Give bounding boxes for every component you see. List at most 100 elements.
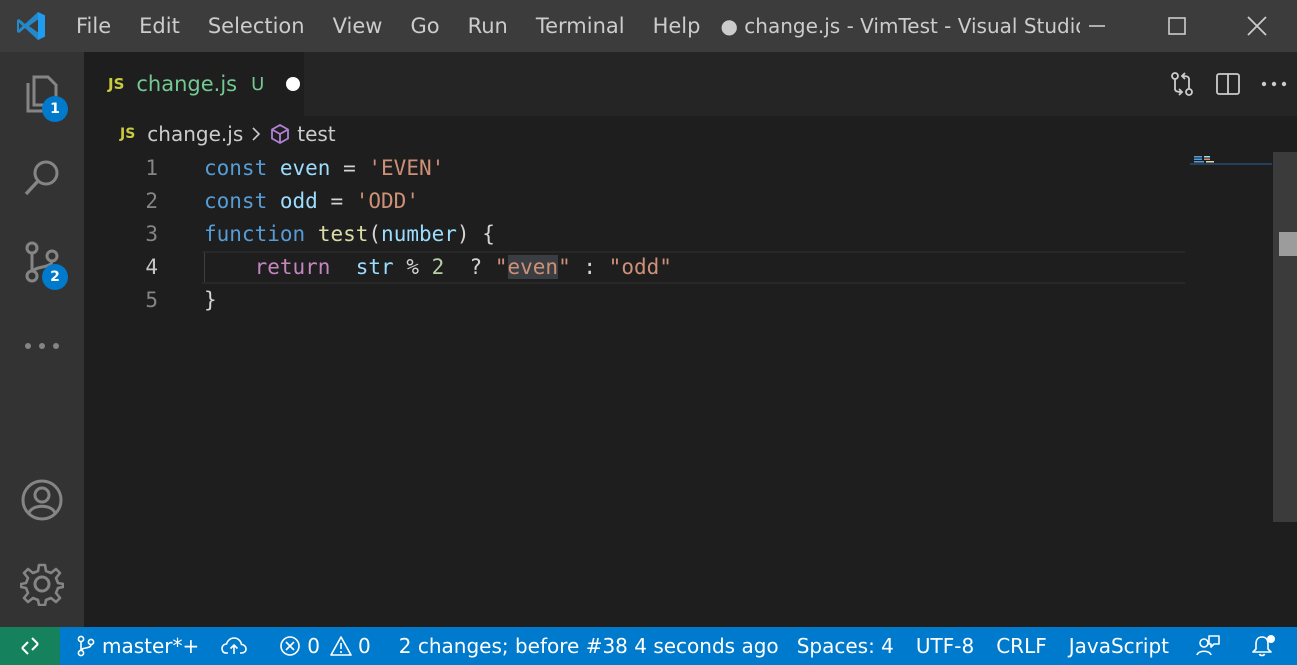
code-text: } (204, 284, 217, 317)
line-number: 5 (145, 288, 158, 312)
git-branch-icon (77, 635, 95, 657)
accounts-button[interactable] (0, 458, 84, 542)
feedback-icon (1196, 635, 1220, 656)
code-token: : (570, 255, 609, 279)
code-token: return (254, 255, 331, 279)
eol-button[interactable]: CRLF (988, 627, 1061, 665)
manage-button[interactable] (0, 542, 84, 626)
code-line[interactable]: 4 return str % 2 ? "even" : "odd" (84, 251, 1189, 284)
explorer-button[interactable]: 1 (0, 52, 84, 136)
menu-help[interactable]: Help (639, 0, 715, 52)
method-cube-icon (269, 123, 291, 145)
more-actions-button[interactable] (1251, 52, 1297, 116)
vscode-logo-icon (0, 0, 62, 52)
highlighted-token: even (507, 255, 559, 279)
line-number: 3 (145, 222, 158, 246)
menu-file[interactable]: File (62, 0, 125, 52)
split-editor-icon (1216, 73, 1240, 95)
code-line[interactable]: 2 const odd = 'ODD' (84, 185, 1189, 218)
menu-view[interactable]: View (319, 0, 397, 52)
code-editor[interactable]: 1 const even = 'EVEN' 2 const odd = 'ODD' 3 f… (84, 152, 1297, 627)
code-token: const (204, 189, 268, 213)
indentation-button[interactable]: Spaces: 4 (789, 627, 908, 665)
menu-terminal[interactable]: Terminal (522, 0, 639, 52)
menu-go[interactable]: Go (396, 0, 453, 52)
code-token: 2 (431, 255, 445, 279)
ellipsis-icon (25, 343, 59, 349)
code-line[interactable]: 5} (84, 284, 1189, 317)
error-count: 0 (307, 634, 321, 658)
code-token: ? (444, 255, 495, 279)
split-editor-button[interactable] (1205, 52, 1251, 116)
maximize-icon (1168, 17, 1186, 35)
code-text: return str % 2 ? "even" : "odd" (204, 251, 672, 284)
code-text: const odd = 'ODD' (204, 185, 419, 218)
untracked-status: U (251, 73, 265, 95)
code-token: " (494, 255, 508, 279)
minimize-icon (1089, 25, 1105, 27)
remote-button[interactable] (0, 627, 60, 665)
compare-changes-icon (1171, 72, 1193, 96)
eol-text: CRLF (996, 634, 1047, 658)
sync-button[interactable] (207, 627, 261, 665)
status-right: Spaces: 4 UTF-8 CRLF JavaScript (789, 627, 1297, 665)
menu-selection[interactable]: Selection (194, 0, 319, 52)
menu-bar: File Edit Selection View Go Run Terminal… (62, 0, 714, 52)
encoding-button[interactable]: UTF-8 (908, 627, 988, 665)
feedback-button[interactable] (1187, 627, 1243, 665)
maximize-button[interactable] (1137, 0, 1217, 52)
activity-bar: 1 2 (0, 52, 84, 627)
warning-icon (330, 636, 352, 656)
breadcrumb-symbol[interactable]: test (297, 122, 335, 146)
menu-edit[interactable]: Edit (125, 0, 194, 52)
code-token: const (204, 156, 268, 180)
vertical-scrollbar[interactable] (1273, 152, 1297, 522)
notifications-button[interactable] (1243, 627, 1297, 665)
code-token: 'ODD' (355, 189, 419, 213)
code-token: number (381, 222, 457, 246)
code-token: } (204, 288, 217, 312)
code-token: 'EVEN' (368, 156, 445, 180)
line-number: 1 (145, 156, 158, 180)
close-icon (1247, 16, 1267, 36)
search-button[interactable] (0, 136, 84, 220)
language-mode-button[interactable]: JavaScript (1061, 627, 1187, 665)
explorer-badge: 1 (42, 96, 68, 122)
line-number: 4 (145, 255, 158, 279)
code-token: str (355, 255, 394, 279)
search-icon (24, 160, 59, 196)
tab-change-js[interactable]: JS change.js U (84, 52, 304, 116)
unsaved-dot-icon[interactable] (286, 77, 301, 91)
code-line[interactable]: 1 const even = 'EVEN' (84, 152, 1189, 185)
remote-icon (21, 637, 39, 655)
ellipsis-icon (1261, 81, 1287, 87)
source-control-button[interactable]: 2 (0, 220, 84, 304)
account-icon (21, 479, 63, 521)
minimize-button[interactable] (1057, 0, 1137, 52)
window-controls (1057, 0, 1297, 52)
code-token: even (279, 156, 331, 180)
cloud-upload-icon (221, 637, 248, 654)
gear-icon (20, 563, 64, 606)
problems-button[interactable]: 0 0 (261, 627, 378, 665)
menu-run[interactable]: Run (454, 0, 522, 52)
chevron-right-icon (251, 126, 261, 142)
window-title: ● change.js - VimTest - Visual Studio... (720, 14, 1081, 38)
title-bar: File Edit Selection View Go Run Terminal… (0, 0, 1297, 52)
status-bar: master*+ 0 0 2 changes; before #38 4 sec… (0, 627, 1297, 665)
line-number: 2 (145, 189, 158, 213)
open-changes-button[interactable] (1159, 52, 1205, 116)
more-views-button[interactable] (0, 304, 84, 388)
minimap[interactable] (1190, 152, 1272, 172)
code-token: " (558, 255, 571, 279)
bell-dot-icon (1252, 635, 1275, 657)
code-line[interactable]: 3 function test(number) { (84, 218, 1189, 251)
warning-count: 0 (358, 634, 371, 658)
branch-button[interactable]: master*+ (60, 627, 207, 665)
breadcrumb-file[interactable]: change.js (147, 122, 243, 146)
close-button[interactable] (1217, 0, 1297, 52)
